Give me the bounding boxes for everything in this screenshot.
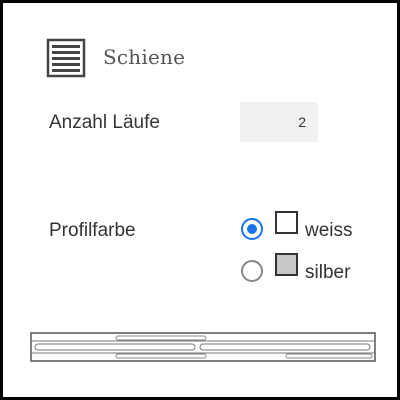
option-label-weiss: weiss <box>305 220 353 241</box>
runs-input[interactable] <box>240 102 318 142</box>
option-label-silber: silber <box>305 262 351 283</box>
radio-silber[interactable] <box>241 260 263 282</box>
config-panel: Schiene Anzahl Läufe Profilfarbe weiss s… <box>0 0 400 400</box>
panel-title: Schiene <box>103 45 186 69</box>
rail-preview <box>30 332 376 362</box>
runs-label: Anzahl Läufe <box>49 112 160 133</box>
swatch-silber <box>275 253 298 276</box>
rail-lines-icon <box>46 38 86 78</box>
swatch-weiss <box>275 211 298 234</box>
radio-weiss[interactable] <box>241 218 263 240</box>
color-option-silber[interactable]: silber <box>240 253 380 286</box>
profile-color-label: Profilfarbe <box>49 220 136 241</box>
color-option-weiss[interactable]: weiss <box>240 211 380 244</box>
